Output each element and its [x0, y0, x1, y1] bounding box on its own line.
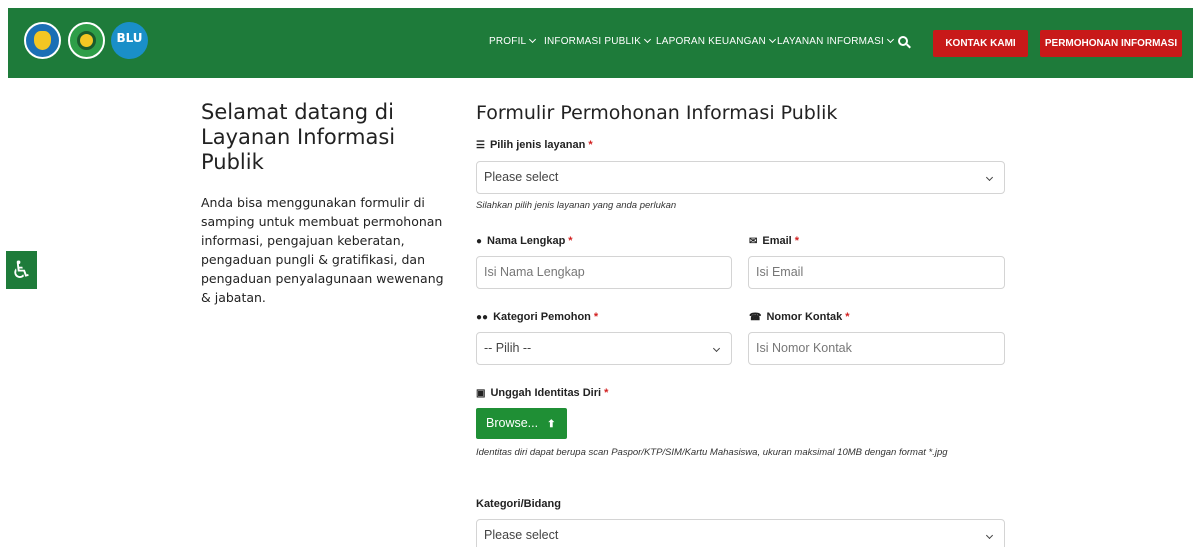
- users-icon: ●●: [476, 312, 489, 323]
- chevron-down-icon: [644, 35, 652, 44]
- jenis-layanan-select[interactable]: Please select: [476, 161, 1005, 194]
- required-mark: *: [794, 235, 800, 247]
- intro-text: Anda bisa menggunakan formulir di sampin…: [201, 195, 444, 305]
- chevron-down-icon: [529, 35, 537, 44]
- label-text: Email: [762, 235, 792, 247]
- blu-logo[interactable]: BLU: [111, 22, 148, 59]
- select-value: Please select: [484, 528, 559, 542]
- label-text: Unggah Identitas Diri: [490, 387, 602, 399]
- required-mark: *: [593, 311, 599, 323]
- required-mark: *: [604, 387, 609, 399]
- form-title: Formulir Permohonan Informasi Publik: [476, 102, 838, 124]
- id-card-icon: ▣: [476, 388, 486, 399]
- nav-label: LAYANAN INFORMASI: [777, 36, 884, 47]
- nav-label: INFORMASI PUBLIK: [544, 36, 642, 47]
- phone-icon: ☎: [749, 312, 762, 323]
- nav-label: LAPORAN KEUANGAN: [656, 36, 766, 47]
- user-icon: ●: [476, 236, 483, 247]
- chevron-down-icon: [768, 35, 776, 44]
- chevron-down-icon: [985, 173, 994, 182]
- nav-item-layanan-informasi[interactable]: LAYANAN INFORMASI: [777, 35, 894, 47]
- chevron-down-icon: [985, 531, 994, 540]
- label-text: Kategori/Bidang: [476, 498, 561, 510]
- label-text: Kategori Pemohon: [493, 311, 591, 323]
- nav-label: PROFIL: [489, 36, 527, 47]
- envelope-icon: ✉: [749, 236, 758, 247]
- label-text: Nama Lengkap: [487, 235, 566, 247]
- kategori-bidang-label: Kategori/Bidang: [476, 498, 561, 510]
- required-mark: *: [588, 139, 593, 151]
- nav-item-informasi-publik[interactable]: INFORMASI PUBLIK: [544, 35, 652, 47]
- nav-item-laporan-keuangan[interactable]: LAPORAN KEUANGAN: [656, 35, 776, 47]
- permohonan-informasi-button[interactable]: PERMOHONAN INFORMASI: [1040, 30, 1182, 57]
- identitas-label: ▣ Unggah Identitas Diri *: [476, 387, 608, 399]
- label-text: Pilih jenis layanan: [489, 139, 586, 151]
- nomor-kontak-input[interactable]: Isi Nomor Kontak: [748, 332, 1005, 365]
- upload-icon: ⬆: [547, 419, 556, 430]
- kemendikbud-logo[interactable]: [24, 22, 61, 59]
- nama-lengkap-label: ● Nama Lengkap *: [476, 235, 573, 247]
- kategori-pemohon-select[interactable]: -- Pilih --: [476, 332, 732, 365]
- chevron-down-icon: [886, 35, 894, 44]
- database-icon: ☰: [476, 140, 485, 151]
- email-label: ✉ Email *: [749, 235, 799, 247]
- search-icon[interactable]: [898, 36, 911, 49]
- label-text: Nomor Kontak: [766, 311, 843, 323]
- select-value: -- Pilih --: [484, 341, 532, 355]
- email-input[interactable]: Isi Email: [748, 256, 1005, 289]
- intro-title: Selamat datang di Layanan Informasi Publ…: [201, 100, 396, 174]
- browse-label: Browse...: [486, 416, 539, 430]
- required-mark: *: [568, 235, 573, 247]
- jenis-layanan-label: ☰ Pilih jenis layanan *: [476, 139, 593, 151]
- institution-logo[interactable]: [68, 22, 105, 59]
- wheelchair-icon[interactable]: ♿: [6, 251, 37, 289]
- nav-item-profil[interactable]: PROFIL: [489, 35, 537, 47]
- identitas-help: Identitas diri dapat berupa scan Paspor/…: [476, 447, 948, 458]
- jenis-layanan-help: Silahkan pilih jenis layanan yang anda p…: [476, 200, 677, 211]
- chevron-down-icon: [712, 344, 721, 353]
- required-mark: *: [845, 311, 850, 323]
- kategori-bidang-select[interactable]: Please select: [476, 519, 1005, 547]
- nomor-kontak-label: ☎ Nomor Kontak *: [749, 311, 850, 323]
- kategori-pemohon-label: ●● Kategori Pemohon *: [476, 311, 598, 323]
- kontak-kami-button[interactable]: KONTAK KAMI: [933, 30, 1028, 57]
- browse-button[interactable]: Browse... ⬆: [476, 408, 567, 439]
- nama-lengkap-input[interactable]: Isi Nama Lengkap: [476, 256, 732, 289]
- select-value: Please select: [484, 170, 559, 184]
